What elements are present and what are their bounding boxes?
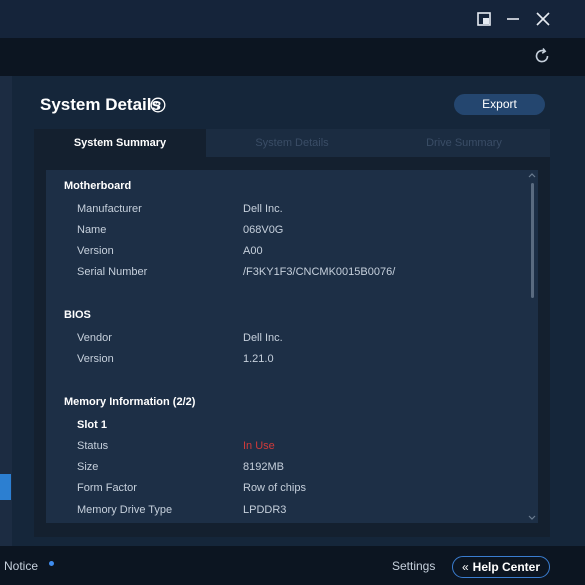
row-label: Vendor	[77, 332, 112, 344]
svg-text:?: ?	[155, 101, 161, 112]
section-title-bios: BIOS	[64, 309, 91, 321]
refresh-icon[interactable]	[531, 45, 553, 67]
row-label: Form Factor	[77, 482, 137, 494]
row-label: Serial Number	[77, 266, 148, 278]
title-bar	[0, 0, 585, 38]
row-label: Size	[77, 461, 99, 473]
help-center-button[interactable]: «Help Center	[452, 556, 550, 578]
tab-system-details[interactable]: System Details	[206, 129, 378, 157]
details-list[interactable]	[46, 170, 538, 523]
tab-drive-summary[interactable]: Drive Summary	[378, 129, 550, 157]
row-label: Status	[77, 440, 109, 452]
row-label: Memory Drive Type	[77, 504, 173, 516]
page-title: System Details	[40, 95, 161, 114]
row-value: 1.21.0	[243, 353, 274, 365]
row-label: Manufacturer	[77, 203, 142, 215]
row-value: A00	[243, 245, 263, 257]
scrollbar-thumb[interactable]	[531, 183, 534, 298]
help-icon[interactable]: ?	[150, 97, 166, 113]
notice-link[interactable]: Notice	[4, 559, 38, 573]
row-label: Version	[77, 353, 114, 365]
row-label: Version	[77, 245, 114, 257]
export-button[interactable]: Export	[454, 94, 545, 115]
row-label: Name	[77, 224, 107, 236]
row-value: 068V0G	[243, 224, 284, 236]
close-icon[interactable]	[531, 7, 555, 31]
tab-bar: System Summary System Details Drive Summ…	[34, 129, 550, 157]
row-value: Row of chips	[243, 482, 306, 494]
section-title-motherboard: Motherboard	[64, 180, 132, 192]
row-value: /F3KY1F3/CNCMK0015B0076/	[243, 266, 396, 278]
notification-dot	[49, 561, 54, 566]
settings-link[interactable]: Settings	[392, 559, 435, 573]
row-value: Dell Inc.	[243, 203, 283, 215]
tab-system-summary[interactable]: System Summary	[34, 129, 206, 157]
slot-title: Slot 1	[77, 419, 107, 431]
scroll-down-icon[interactable]	[527, 514, 537, 522]
pip-icon[interactable]	[472, 7, 496, 31]
help-center-label: Help Center	[472, 560, 541, 574]
sidebar-active-indicator	[0, 474, 11, 500]
section-title-memory: Memory Information (2/2)	[64, 396, 196, 408]
minimize-icon[interactable]	[501, 7, 525, 31]
chevron-left-icon: «	[461, 560, 469, 574]
row-value: 8192MB	[243, 461, 284, 473]
scroll-up-icon[interactable]	[527, 171, 537, 179]
row-value: Dell Inc.	[243, 332, 283, 344]
row-value: LPDDR3	[243, 504, 287, 516]
toolbar	[0, 38, 585, 76]
status-value: In Use	[243, 440, 275, 452]
